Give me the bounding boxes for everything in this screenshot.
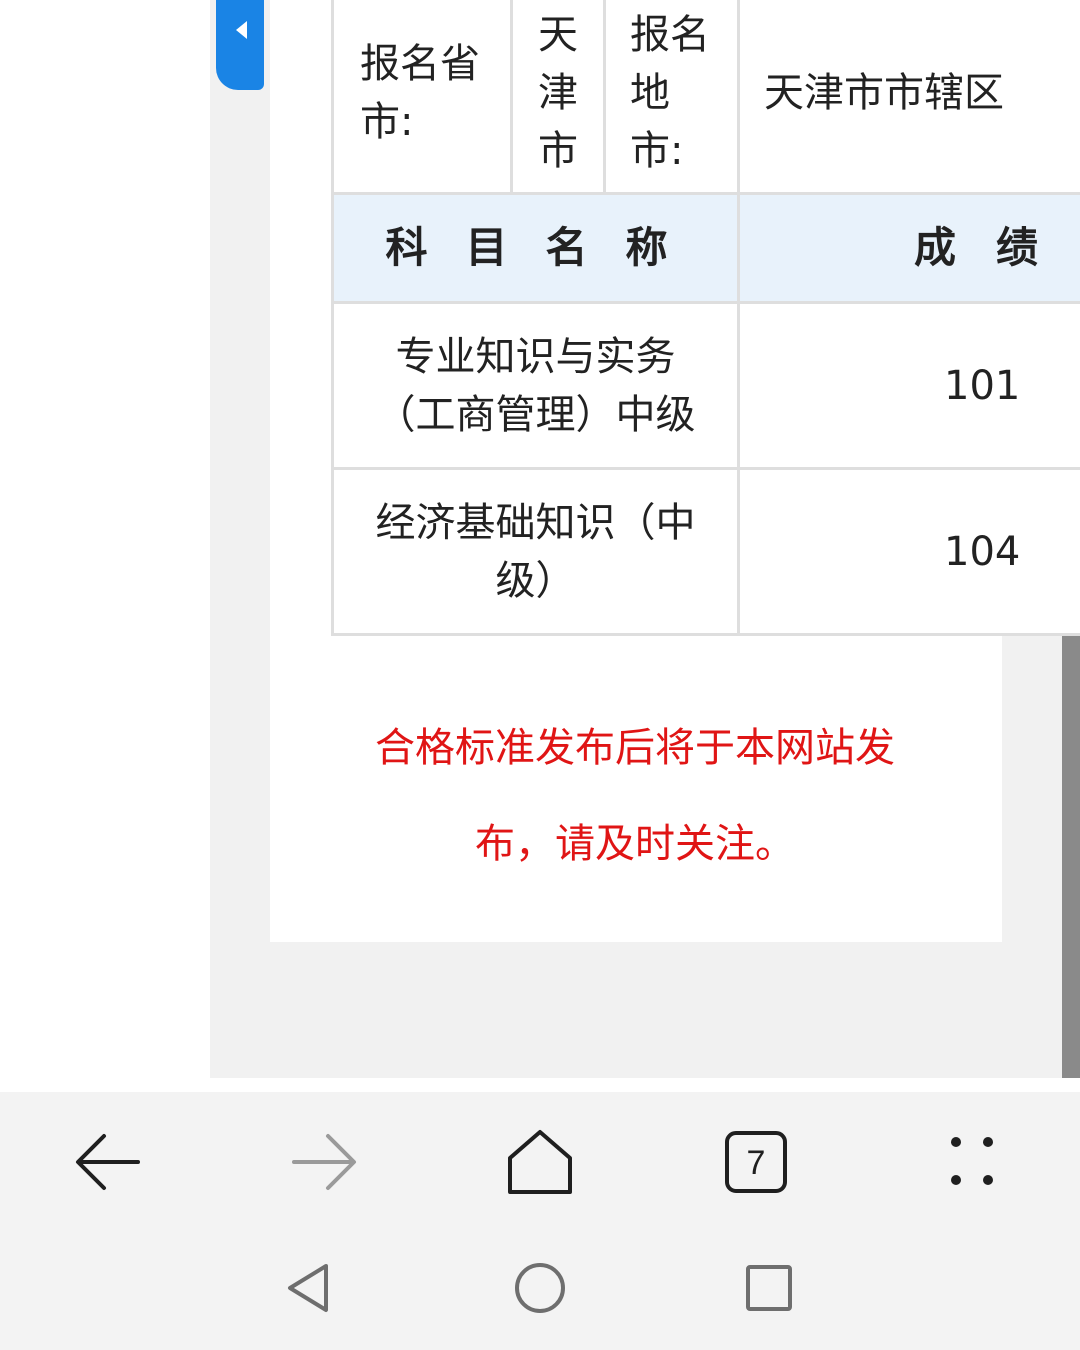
- region-city-label: 报名地市:: [603, 0, 740, 195]
- table-row: 经济基础知识（中级） 104: [331, 467, 1080, 636]
- region-city-value-text: 天津市市辖区: [764, 69, 1004, 116]
- tab-count: 7: [747, 1144, 766, 1182]
- system-back-button[interactable]: [280, 1258, 340, 1318]
- circle-home-icon: [515, 1263, 565, 1313]
- region-row: 报名省市: 天津市 报名地市: 天津市市辖区: [331, 0, 1080, 195]
- page: 报名省市: 天津市 报名地市: 天津市市辖区 科目名称 成绩 专业知识与实务（工…: [0, 0, 1080, 1350]
- region-province-label-text: 报名省市:: [360, 40, 480, 145]
- system-nav-bar: [0, 1230, 1080, 1350]
- back-button[interactable]: [68, 1122, 148, 1202]
- notice-line-1: 合格标准发布后将于本网站发: [375, 725, 895, 771]
- region-city-label-text: 报名地市:: [630, 11, 710, 174]
- table-header: 科目名称 成绩: [331, 192, 1080, 304]
- arrow-left-icon: [76, 1134, 140, 1190]
- subject-cell: 经济基础知识（中级）: [331, 467, 740, 636]
- header-score: 成绩: [737, 192, 1080, 304]
- region-province-label: 报名省市:: [331, 0, 513, 195]
- caret-left-icon: [236, 21, 247, 39]
- dots-menu-icon: [951, 1137, 993, 1185]
- forward-button[interactable]: [284, 1122, 364, 1202]
- menu-button[interactable]: [932, 1122, 1012, 1202]
- side-drawer-tab[interactable]: [216, 0, 264, 90]
- region-province-value-text: 天津市: [538, 11, 578, 174]
- arrow-right-icon: [292, 1134, 356, 1190]
- home-icon: [508, 1130, 572, 1194]
- region-province-value: 天津市: [510, 0, 606, 195]
- browser-toolbar: 7: [0, 1092, 1080, 1230]
- header-subject: 科目名称: [331, 192, 740, 304]
- subject-cell: 专业知识与实务（工商管理）中级: [331, 301, 740, 470]
- region-city-value: 天津市市辖区: [737, 0, 1080, 195]
- tab-count-icon: 7: [725, 1131, 787, 1193]
- notice-line-2: 布，请及时关注。: [475, 821, 795, 867]
- score-cell: 101: [737, 301, 1080, 470]
- notice-text: 合格标准发布后将于本网站发 布，请及时关注。: [290, 700, 980, 892]
- tabs-button[interactable]: 7: [716, 1122, 796, 1202]
- table-row: 专业知识与实务（工商管理）中级 101: [331, 301, 1080, 470]
- score-cell: 104: [737, 467, 1080, 636]
- square-recents-icon: [746, 1265, 792, 1311]
- score-table: 报名省市: 天津市 报名地市: 天津市市辖区 科目名称 成绩 专业知识与实务（工…: [331, 0, 1080, 636]
- system-home-button[interactable]: [510, 1258, 570, 1318]
- triangle-back-icon: [288, 1264, 328, 1312]
- home-button[interactable]: [500, 1122, 580, 1202]
- system-recents-button[interactable]: [738, 1258, 798, 1318]
